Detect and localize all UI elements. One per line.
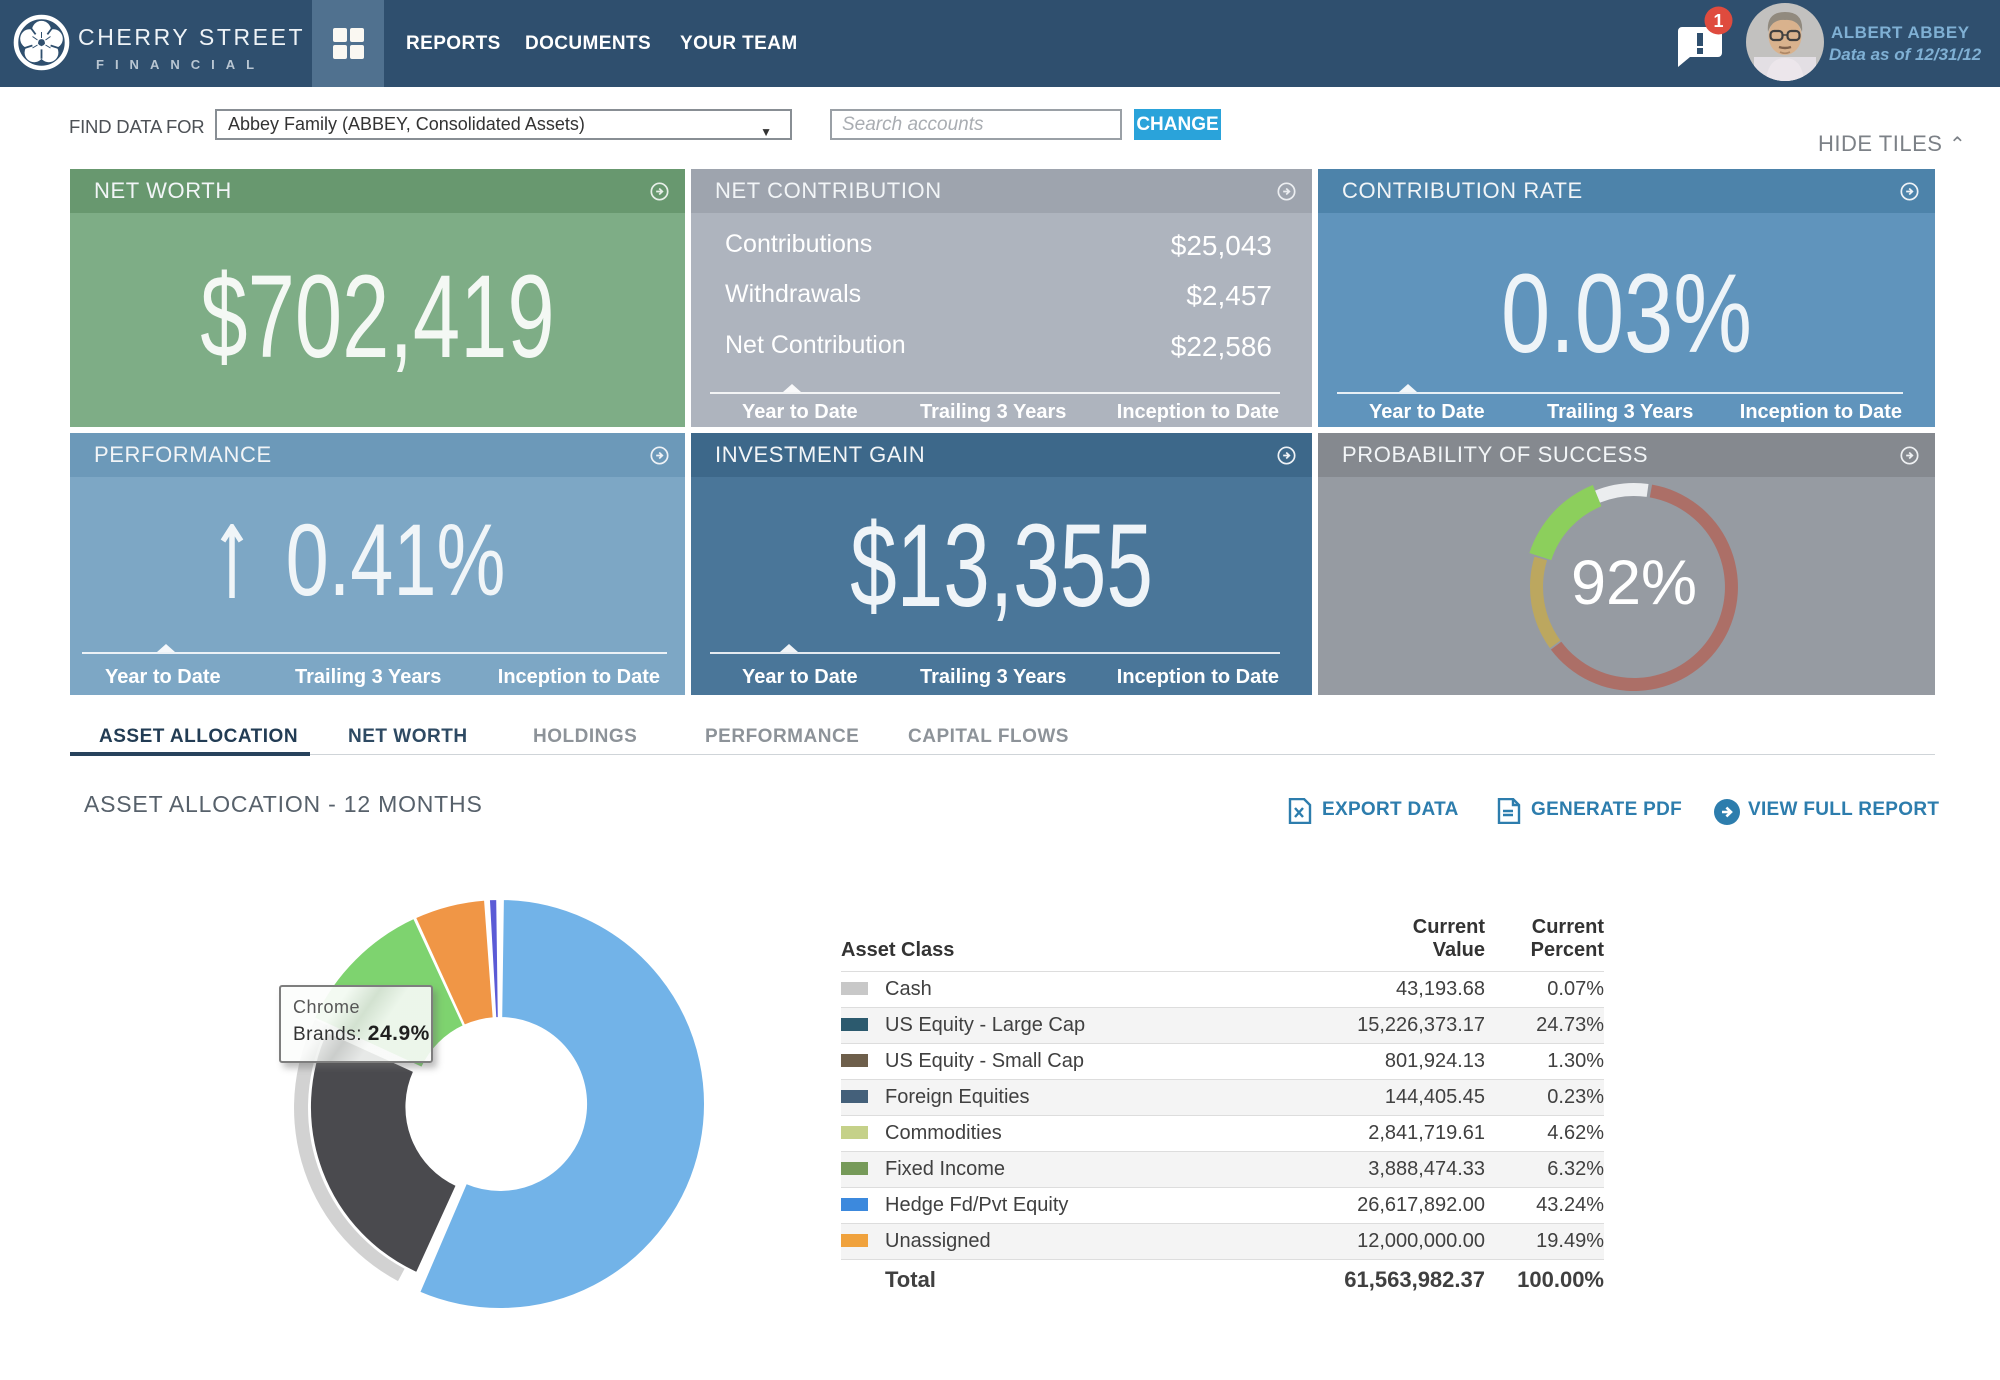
svg-text:1: 1 — [1713, 11, 1723, 31]
